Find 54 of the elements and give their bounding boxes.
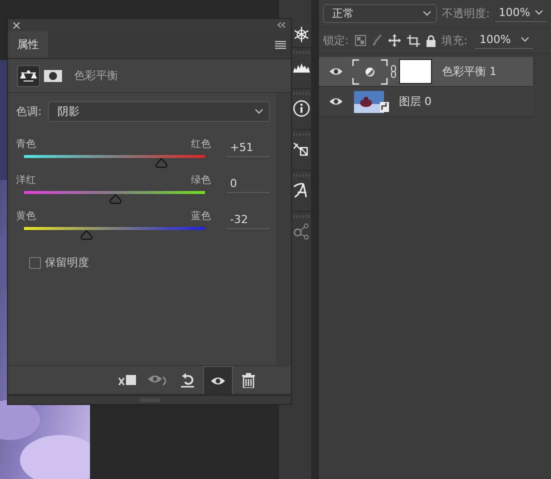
mask-thumbnail: [399, 59, 432, 84]
visibility-eye-icon[interactable]: [328, 67, 342, 76]
lock-pixels-icon[interactable]: [354, 35, 366, 46]
layer-row[interactable]: 图层 0: [319, 87, 533, 117]
info-icon[interactable]: [293, 100, 310, 117]
slider-left-label: 洋红: [16, 174, 36, 187]
slider-thumb[interactable]: [80, 230, 93, 240]
slider-right-label: 蓝色: [191, 210, 211, 223]
chevron-down-icon: [255, 109, 263, 114]
layer-row[interactable]: 色彩平衡 1: [319, 57, 533, 87]
eye-icon[interactable]: [203, 366, 233, 394]
chevron-down-icon: [521, 36, 530, 42]
properties-tab[interactable]: 属性: [8, 31, 48, 58]
slider-value-field[interactable]: +51: [227, 141, 270, 157]
blend-mode-dropdown[interactable]: 正常: [323, 4, 437, 23]
fill-field[interactable]: 100%: [475, 32, 534, 48]
opacity-label: 不透明度:: [442, 6, 490, 21]
mask-icon[interactable]: [44, 70, 62, 82]
tone-label: 色调:: [16, 104, 42, 119]
brush-icon[interactable]: [372, 34, 382, 47]
move-icon[interactable]: [388, 34, 401, 47]
crop-icon[interactable]: [406, 34, 420, 46]
lock-label: 锁定:: [323, 33, 349, 48]
tone-dropdown[interactable]: 阴影: [48, 101, 270, 122]
collapse-icon[interactable]: [277, 22, 286, 28]
character-style-icon[interactable]: [293, 182, 310, 199]
visibility-eye-icon[interactable]: [328, 97, 342, 106]
slider-value-field[interactable]: 0: [227, 177, 270, 193]
glyph-panel-icon[interactable]: [293, 141, 310, 158]
smart-object-icon: [380, 102, 389, 112]
slider-right-label: 红色: [191, 138, 211, 151]
opacity-field[interactable]: 100%: [494, 6, 547, 22]
close-icon[interactable]: [13, 22, 20, 28]
lock-icon[interactable]: [426, 34, 436, 46]
slider-thumb[interactable]: [108, 194, 122, 204]
preserve-luminosity-checkbox[interactable]: 保留明度: [16, 255, 270, 270]
slider-left-label: 黄色: [16, 210, 36, 223]
slider-value-field[interactable]: -32: [227, 213, 270, 229]
slider-thumb[interactable]: [154, 158, 168, 168]
link-icon: [391, 65, 396, 78]
layer-name: 色彩平衡 1: [442, 64, 496, 79]
layer-name: 图层 0: [399, 94, 432, 109]
snowflake-icon[interactable]: [293, 26, 310, 43]
chevron-down-icon: [423, 11, 431, 16]
nodes-icon[interactable]: [293, 223, 310, 240]
scrollbar-track[interactable]: [276, 93, 291, 365]
slider-left-label: 青色: [16, 138, 36, 151]
adjustment-icon[interactable]: [17, 64, 40, 86]
adjustment-thumbnail-icon: [352, 58, 388, 84]
menu-icon[interactable]: [275, 40, 286, 48]
slider-right-label: 绿色: [191, 174, 211, 187]
chevron-down-icon: [535, 10, 543, 14]
adjustment-title: 色彩平衡: [74, 68, 118, 83]
fill-label: 填充:: [442, 33, 468, 48]
